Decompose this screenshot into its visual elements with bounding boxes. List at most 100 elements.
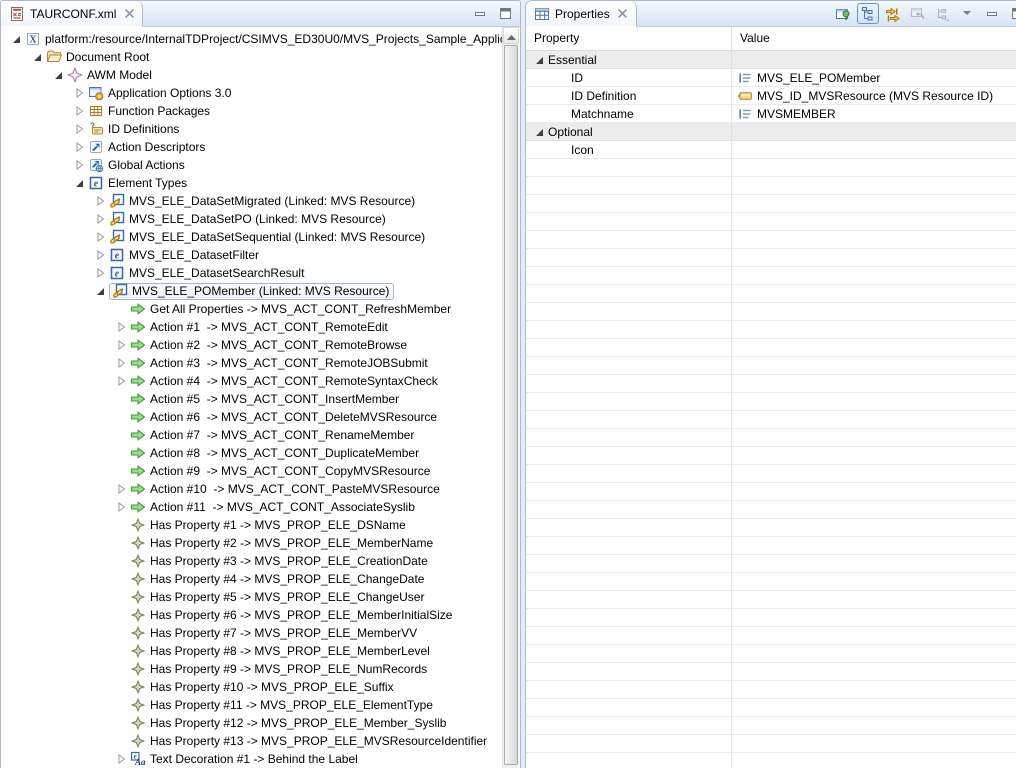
property-row[interactable]: Icon: [526, 141, 1016, 159]
new-properties-view-button[interactable]: [832, 3, 854, 24]
tree-item[interactable]: Has Property #8 -> MVS_PROP_ELE_MemberLe…: [130, 642, 434, 660]
tree-item[interactable]: Has Property #2 -> MVS_PROP_ELE_MemberNa…: [130, 534, 437, 552]
tree-item[interactable]: Has Property #6 -> MVS_PROP_ELE_MemberIn…: [130, 606, 456, 624]
tree-item[interactable]: Action #9 -> MVS_ACT_CONT_CopyMVSResourc…: [130, 462, 434, 480]
tree-row[interactable]: Action #8 -> MVS_ACT_CONT_DuplicateMembe…: [2, 444, 502, 462]
tree-row[interactable]: eMVS_ELE_DataSetSequential (Linked: MVS …: [2, 228, 502, 246]
tree-item[interactable]: Has Property #9 -> MVS_PROP_ELE_NumRecor…: [130, 660, 431, 678]
maximize-icon[interactable]: [499, 7, 512, 20]
tree-item[interactable]: Action #4 -> MVS_ACT_CONT_RemoteSyntaxCh…: [130, 372, 442, 390]
minimize-icon[interactable]: [474, 7, 487, 20]
scroll-up-button[interactable]: [503, 27, 519, 44]
tree-row[interactable]: Has Property #11 -> MVS_PROP_ELE_Element…: [2, 696, 502, 714]
expand-icon[interactable]: [93, 212, 107, 226]
tree-row[interactable]: Action #3 -> MVS_ACT_CONT_RemoteJOBSubmi…: [2, 354, 502, 372]
property-value-cell[interactable]: MVS_ELE_POMember: [732, 69, 1016, 86]
tree-item[interactable]: eMVS_ELE_DataSetMigrated (Linked: MVS Re…: [109, 192, 419, 210]
tree-row[interactable]: eMVS_ELE_POMember (Linked: MVS Resource): [2, 282, 502, 300]
tree-row[interactable]: Action #11 -> MVS_ACT_CONT_AssociateSysl…: [2, 498, 502, 516]
tree-item[interactable]: Has Property #10 -> MVS_PROP_ELE_Suffix: [130, 678, 398, 696]
tree-row[interactable]: Action Descriptors: [2, 138, 502, 156]
collapse-icon[interactable]: [532, 125, 546, 139]
tree-item[interactable]: Action Descriptors: [88, 138, 209, 156]
tree-row[interactable]: Action #1 -> MVS_ACT_CONT_RemoteEdit: [2, 318, 502, 336]
tree-row[interactable]: Has Property #12 -> MVS_PROP_ELE_Member_…: [2, 714, 502, 732]
tree-row[interactable]: Has Property #10 -> MVS_PROP_ELE_Suffix: [2, 678, 502, 696]
tab-properties[interactable]: Properties: [526, 1, 637, 27]
tree-row[interactable]: Has Property #5 -> MVS_PROP_ELE_ChangeUs…: [2, 588, 502, 606]
tree-item[interactable]: Has Property #13 -> MVS_PROP_ELE_MVSReso…: [130, 732, 491, 750]
tree-item[interactable]: Has Property #11 -> MVS_PROP_ELE_Element…: [130, 696, 437, 714]
tree-row[interactable]: Action #7 -> MVS_ACT_CONT_RenameMember: [2, 426, 502, 444]
tree-item[interactable]: Action #2 -> MVS_ACT_CONT_RemoteBrowse: [130, 336, 411, 354]
tree-row[interactable]: Action #9 -> MVS_ACT_CONT_CopyMVSResourc…: [2, 462, 502, 480]
tree-row[interactable]: Document Root: [2, 48, 502, 66]
tree-row[interactable]: Has Property #8 -> MVS_PROP_ELE_MemberLe…: [2, 642, 502, 660]
tree-row[interactable]: Has Property #1 -> MVS_PROP_ELE_DSName: [2, 516, 502, 534]
collapse-icon[interactable]: [51, 68, 65, 82]
tree-row[interactable]: Has Property #2 -> MVS_PROP_ELE_MemberNa…: [2, 534, 502, 552]
property-value-cell[interactable]: MVS_ID_MVSResource (MVS Resource ID): [732, 87, 1016, 104]
tree-row[interactable]: eMVS_ELE_DataSetPO (Linked: MVS Resource…: [2, 210, 502, 228]
maximize-icon[interactable]: [1011, 7, 1016, 20]
collapse-icon[interactable]: [30, 50, 44, 64]
expand-icon[interactable]: [72, 86, 86, 100]
tree-item[interactable]: eMVS_ELE_DatasetFilter: [109, 246, 263, 264]
close-icon[interactable]: [617, 8, 629, 20]
scrollbar-thumb[interactable]: [504, 45, 518, 765]
tree-item[interactable]: Global Actions: [88, 156, 189, 174]
expand-icon[interactable]: [114, 752, 128, 766]
tree-row[interactable]: eMVS_ELE_DatasetSearchResult: [2, 264, 502, 282]
tree-row[interactable]: Has Property #9 -> MVS_PROP_ELE_NumRecor…: [2, 660, 502, 678]
tree-item[interactable]: Action #7 -> MVS_ACT_CONT_RenameMember: [130, 426, 418, 444]
tree-item[interactable]: Function Packages: [88, 102, 214, 120]
tree-item[interactable]: Action #3 -> MVS_ACT_CONT_RemoteJOBSubmi…: [130, 354, 432, 372]
property-row[interactable]: ID DefinitionMVS_ID_MVSResource (MVS Res…: [526, 87, 1016, 105]
category-row[interactable]: Optional: [526, 123, 1016, 141]
expand-icon[interactable]: [114, 338, 128, 352]
tree-row[interactable]: ?ID Definitions: [2, 120, 502, 138]
collapse-icon[interactable]: [72, 176, 86, 190]
tree-row[interactable]: Action #4 -> MVS_ACT_CONT_RemoteSyntaxCh…: [2, 372, 502, 390]
expand-icon[interactable]: [72, 158, 86, 172]
tree-item[interactable]: eMVS_ELE_DataSetPO (Linked: MVS Resource…: [109, 210, 390, 228]
tree-item[interactable]: Has Property #1 -> MVS_PROP_ELE_DSName: [130, 516, 410, 534]
close-icon[interactable]: [123, 8, 135, 20]
property-value-cell[interactable]: MVSMEMBER: [732, 105, 1016, 122]
tree-row[interactable]: Xplatform:/resource/InternalTDProject/CS…: [2, 30, 502, 48]
tree-item[interactable]: Document Root: [46, 48, 153, 66]
tree-row[interactable]: Action #6 -> MVS_ACT_CONT_DeleteMVSResou…: [2, 408, 502, 426]
tree-row[interactable]: Action #2 -> MVS_ACT_CONT_RemoteBrowse: [2, 336, 502, 354]
tree-row[interactable]: eMVS_ELE_DataSetMigrated (Linked: MVS Re…: [2, 192, 502, 210]
tree-row[interactable]: Has Property #6 -> MVS_PROP_ELE_MemberIn…: [2, 606, 502, 624]
tree-item[interactable]: Get All Properties -> MVS_ACT_CONT_Refre…: [130, 300, 455, 318]
tree-row[interactable]: eElement Types: [2, 174, 502, 192]
tree-item[interactable]: ?ID Definitions: [88, 120, 183, 138]
tab-taurconf-xml[interactable]: TAURCONF.xml: [1, 1, 143, 27]
tree-item[interactable]: eMVS_ELE_POMember (Linked: MVS Resource): [109, 283, 394, 300]
tree-row[interactable]: Has Property #4 -> MVS_PROP_ELE_ChangeDa…: [2, 570, 502, 588]
tree-row[interactable]: Function Packages: [2, 102, 502, 120]
expand-icon[interactable]: [72, 122, 86, 136]
tree-row[interactable]: Application Options 3.0: [2, 84, 502, 102]
expand-icon[interactable]: [114, 356, 128, 370]
tree-item[interactable]: eMVS_ELE_DataSetSequential (Linked: MVS …: [109, 228, 429, 246]
expand-icon[interactable]: [72, 140, 86, 154]
tree-item[interactable]: Has Property #7 -> MVS_PROP_ELE_MemberVV: [130, 624, 421, 642]
tree-row[interactable]: Global Actions: [2, 156, 502, 174]
tree-row[interactable]: eAaText Decoration #1 -> Behind the Labe…: [2, 750, 502, 768]
tree-row[interactable]: eMVS_ELE_DatasetFilter: [2, 246, 502, 264]
expand-icon[interactable]: [93, 194, 107, 208]
tree-row[interactable]: Has Property #7 -> MVS_PROP_ELE_MemberVV: [2, 624, 502, 642]
tree-row[interactable]: AWM Model: [2, 66, 502, 84]
property-row[interactable]: IDMVS_ELE_POMember: [526, 69, 1016, 87]
tree-item[interactable]: Action #11 -> MVS_ACT_CONT_AssociateSysl…: [130, 498, 419, 516]
expand-icon[interactable]: [114, 482, 128, 496]
category-row[interactable]: Essential: [526, 51, 1016, 69]
tree-item[interactable]: Xplatform:/resource/InternalTDProject/CS…: [25, 30, 502, 48]
tree-item[interactable]: eMVS_ELE_DatasetSearchResult: [109, 264, 308, 282]
expand-icon[interactable]: [114, 320, 128, 334]
expand-icon[interactable]: [93, 248, 107, 262]
expand-icon[interactable]: [72, 104, 86, 118]
collapse-icon[interactable]: [93, 284, 107, 298]
